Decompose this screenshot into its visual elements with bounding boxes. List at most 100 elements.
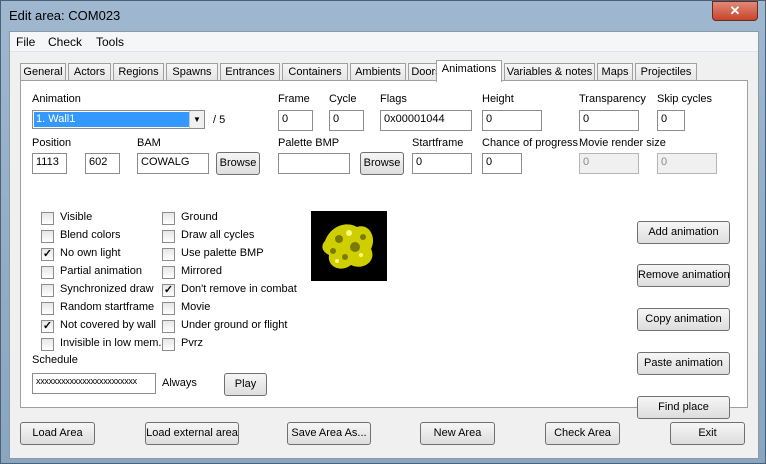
tab-variables-notes[interactable]: Variables & notes (504, 63, 595, 81)
tab-animations[interactable]: Animations (436, 60, 502, 82)
frame-label: Frame (278, 93, 310, 105)
exit-button[interactable]: Exit (670, 422, 745, 445)
animations-panel: Animation 1. Wall1 ▼ / 5 Frame 0 Cycle 0… (20, 80, 748, 419)
preview-image (322, 224, 374, 269)
position-x-field[interactable]: 1113 (32, 153, 67, 174)
paste-animation-button[interactable]: Paste animation (637, 352, 730, 375)
schedule-label: Schedule (32, 354, 78, 366)
transparency-field[interactable]: 0 (579, 110, 639, 131)
checkbox-label: Don't remove in combat (181, 283, 297, 295)
new-area-button[interactable]: New Area (420, 422, 495, 445)
checkbox-box[interactable] (41, 212, 54, 225)
add-animation-button[interactable]: Add animation (637, 221, 730, 244)
startframe-field[interactable]: 0 (412, 153, 472, 174)
checkbox-label: Pvrz (181, 337, 203, 349)
schedule-always-label: Always (162, 377, 197, 389)
title-bar[interactable]: Edit area: COM023 ✕ (1, 1, 765, 31)
checkbox-label: Random startframe (60, 301, 155, 313)
load-area-button[interactable]: Load Area (20, 422, 95, 445)
cycle-field[interactable]: 0 (329, 110, 364, 131)
tab-general[interactable]: General (20, 63, 66, 81)
checkbox-box[interactable] (41, 338, 54, 351)
animation-count: / 5 (213, 114, 226, 126)
menu-bar: File Check Tools (10, 32, 758, 52)
menu-tools[interactable]: Tools (96, 35, 124, 49)
checkbox-box[interactable] (162, 266, 175, 279)
tab-maps[interactable]: Maps (597, 63, 633, 81)
animation-preview (311, 211, 387, 281)
animation-select[interactable]: 1. Wall1 ▼ (32, 110, 205, 129)
palette-bmp-label: Palette BMP (278, 137, 340, 149)
checkbox-label: Partial animation (60, 265, 142, 277)
close-button[interactable]: ✕ (712, 1, 758, 21)
checkbox-label: Blend colors (60, 229, 121, 241)
chevron-down-icon[interactable]: ▼ (189, 111, 204, 128)
checkbox-label: Not covered by wall (60, 319, 156, 331)
chance-label: Chance of progress (482, 137, 578, 149)
tab-spawns[interactable]: Spawns (166, 63, 218, 81)
menu-check[interactable]: Check (48, 35, 82, 49)
position-label: Position (32, 137, 72, 149)
checkbox-box[interactable] (41, 284, 54, 297)
checkbox-label: Mirrored (181, 265, 222, 277)
save-area-as-button[interactable]: Save Area As... (287, 422, 371, 445)
copy-animation-button[interactable]: Copy animation (637, 308, 730, 331)
skip-cycles-label: Skip cycles (657, 93, 713, 105)
checkbox-label: Ground (181, 211, 218, 223)
height-label: Height (482, 93, 514, 105)
client-area: File Check Tools General Actors Regions … (9, 31, 759, 459)
height-field[interactable]: 0 (482, 110, 542, 131)
bam-label: BAM (137, 137, 161, 149)
window-title: Edit area: COM023 (9, 8, 121, 23)
skip-cycles-field[interactable]: 0 (657, 110, 685, 131)
tab-actors[interactable]: Actors (68, 63, 111, 81)
movie-height-field: 0 (657, 153, 717, 174)
checkbox-box[interactable] (162, 248, 175, 261)
cycle-label: Cycle (329, 93, 357, 105)
check-area-button[interactable]: Check Area (545, 422, 620, 445)
check-mark-icon[interactable]: ✓ (41, 320, 54, 333)
checkbox-label: Use palette BMP (181, 247, 264, 259)
tab-entrances[interactable]: Entrances (220, 63, 280, 81)
position-y-field[interactable]: 602 (85, 153, 120, 174)
check-mark-icon[interactable]: ✓ (162, 284, 175, 297)
play-button[interactable]: Play (224, 373, 267, 396)
checkbox-box[interactable] (41, 230, 54, 243)
schedule-field[interactable]: xxxxxxxxxxxxxxxxxxxxxxxx (32, 373, 156, 394)
checkbox-label: Under ground or flight (181, 319, 288, 331)
menu-file[interactable]: File (16, 35, 35, 49)
checkbox-box[interactable] (162, 338, 175, 351)
tab-containers[interactable]: Containers (282, 63, 348, 81)
checkbox-label: No own light (60, 247, 121, 259)
load-external-area-button[interactable]: Load external area (145, 422, 239, 445)
checkbox-box[interactable] (41, 302, 54, 315)
movie-width-field: 0 (579, 153, 639, 174)
tab-projectiles[interactable]: Projectiles (635, 63, 697, 81)
tab-ambients[interactable]: Ambients (350, 63, 406, 81)
checkbox-box[interactable] (162, 212, 175, 225)
bam-field[interactable]: COWALG (137, 153, 209, 174)
checkbox-box[interactable] (162, 320, 175, 333)
startframe-label: Startframe (412, 137, 464, 149)
chance-field[interactable]: 0 (482, 153, 522, 174)
bam-browse-button[interactable]: Browse (216, 152, 260, 175)
palette-browse-button[interactable]: Browse (360, 152, 404, 175)
checkbox-box[interactable] (162, 302, 175, 315)
checkbox-label: Invisible in low mem. (60, 337, 162, 349)
frame-field[interactable]: 0 (278, 110, 313, 131)
checkbox-label: Synchronized draw (60, 283, 154, 295)
checkbox-label: Movie (181, 301, 211, 313)
tab-regions[interactable]: Regions (113, 63, 164, 81)
check-mark-icon[interactable]: ✓ (41, 248, 54, 261)
checkbox-box[interactable] (41, 266, 54, 279)
checkbox-label: Draw all cycles (181, 229, 255, 241)
movie-size-label: Movie render size (579, 137, 666, 149)
remove-animation-button[interactable]: Remove animation (637, 264, 730, 287)
checkbox-label: Visible (60, 211, 93, 223)
find-place-button[interactable]: Find place (637, 396, 730, 419)
checkbox-box[interactable] (162, 230, 175, 243)
flags-field[interactable]: 0x00001044 (380, 110, 472, 131)
flags-label: Flags (380, 93, 407, 105)
palette-bmp-field[interactable] (278, 153, 350, 174)
transparency-label: Transparency (579, 93, 646, 105)
